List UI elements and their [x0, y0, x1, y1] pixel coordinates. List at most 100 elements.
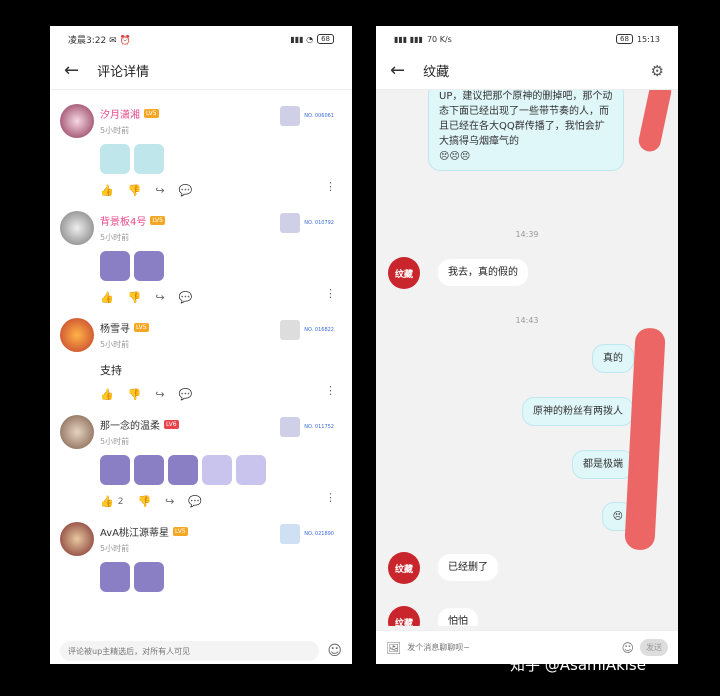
share-icon[interactable]: ↪	[155, 184, 164, 197]
fan-badge: NO. 010792	[280, 213, 334, 233]
message-bubble-mine: 原神的粉丝有两拨人	[522, 397, 634, 426]
contact-avatar[interactable]: 纹藏	[388, 606, 420, 626]
more-icon[interactable]: ⋮	[325, 491, 336, 504]
more-icon[interactable]: ⋮	[325, 180, 336, 193]
back-arrow-icon[interactable]: ←	[390, 60, 405, 81]
message-bubble-mine: UP，建议把那个原神的删掉吧，那个动态下面已经出现了一些带节奏的人，而且已经在各…	[428, 90, 624, 171]
status-time: 凌晨3:22	[68, 35, 107, 46]
timestamp: 5小时前	[100, 544, 130, 553]
sticker-icon	[134, 455, 164, 485]
chat-messages: UP，建议把那个原神的删掉吧，那个动态下面已经出现了一些带节奏的人，而且已经在各…	[376, 90, 678, 626]
like-count: 2	[117, 496, 124, 507]
emoji-icon[interactable]: ☺	[621, 641, 634, 655]
header: ← 评论详情	[50, 52, 352, 90]
comment-item: 背景板4号 LV5 5小时前 NO. 010792 👍 👎 ↪ 💬 ⋮	[50, 205, 352, 312]
avatar[interactable]	[60, 522, 94, 556]
username[interactable]: 那一念的温柔	[100, 417, 160, 432]
fan-badge: NO. 011752	[280, 417, 334, 437]
share-icon[interactable]: ↪	[165, 495, 174, 508]
level-badge: LV6	[164, 420, 179, 429]
like-icon[interactable]: 👍	[100, 495, 114, 508]
level-badge: LV5	[150, 216, 165, 225]
chat-title: 纹藏	[423, 65, 450, 80]
level-badge: LV5	[173, 527, 188, 536]
message-bubble-theirs: 已经删了	[438, 554, 498, 581]
stickers	[100, 455, 338, 485]
comment-detail-screen: 凌晨3:22 ✉ ⏰ ▮▮▮ ◔ 68 ← 评论详情 汐月潇湘 LV5 5小时前 …	[50, 26, 352, 664]
dislike-icon[interactable]: 👎	[128, 291, 142, 304]
avatar[interactable]	[60, 211, 94, 245]
dislike-icon[interactable]: 👎	[128, 184, 142, 197]
back-arrow-icon[interactable]: ←	[64, 60, 79, 81]
share-icon[interactable]: ↪	[155, 291, 164, 304]
fan-card-icon	[280, 213, 301, 233]
sticker-icon	[100, 144, 130, 174]
more-icon[interactable]: ⋮	[325, 287, 336, 300]
timestamp: 5小时前	[100, 340, 130, 349]
reply-icon[interactable]: 💬	[179, 388, 193, 401]
status-bar: 凌晨3:22 ✉ ⏰ ▮▮▮ ◔ 68	[50, 26, 352, 52]
fan-number: NO. 010792	[304, 219, 334, 226]
stickers	[100, 144, 338, 174]
reply-icon[interactable]: 💬	[188, 495, 202, 508]
signal-icon: ▮▮▮ ▮▮▮	[394, 34, 423, 44]
like-icon[interactable]: 👍	[100, 184, 114, 197]
comment-input-bar: ☺	[50, 638, 352, 664]
watermark: 知乎 @AsamiAkise	[510, 656, 646, 674]
like-icon[interactable]: 👍	[100, 291, 114, 304]
sticker-icon	[134, 144, 164, 174]
stickers	[100, 251, 338, 281]
level-badge: LV5	[144, 109, 159, 118]
avatar[interactable]	[60, 318, 94, 352]
fan-number: NO. 006061	[304, 112, 334, 119]
comment-item: 杨雪寻 LV5 5小时前 NO. 016822 支持 👍 👎 ↪ 💬 ⋮	[50, 312, 352, 409]
fan-badge: NO. 021890	[280, 524, 334, 544]
fan-number: NO. 011752	[304, 423, 334, 430]
fan-number: NO. 016822	[304, 326, 334, 333]
chat-timestamp: 14:39	[515, 230, 539, 239]
message-bubble-theirs: 怕怕	[438, 608, 478, 626]
sticker-icon	[100, 562, 130, 592]
username[interactable]: 汐月潇湘	[100, 106, 140, 121]
net-speed: 70 K/s	[426, 34, 452, 44]
sticker-icon	[236, 455, 266, 485]
comment-item: 汐月潇湘 LV5 5小时前 NO. 006061 👍 👎 ↪ 💬 ⋮	[50, 98, 352, 205]
timestamp: 5小时前	[100, 437, 130, 446]
sticker-icon	[100, 251, 130, 281]
contact-avatar[interactable]: 纹藏	[388, 552, 420, 584]
username[interactable]: 杨雪寻	[100, 320, 130, 335]
redaction-scribble	[636, 90, 674, 154]
username[interactable]: AvA桃江源蒂星	[100, 524, 169, 539]
reply-icon[interactable]: 💬	[179, 184, 193, 197]
avatar[interactable]	[60, 415, 94, 449]
reply-icon[interactable]: 💬	[179, 291, 193, 304]
sticker-icon	[100, 455, 130, 485]
fan-badge: NO. 016822	[280, 320, 334, 340]
like-icon[interactable]: 👍	[100, 388, 114, 401]
timestamp: 5小时前	[100, 126, 130, 135]
fan-card-icon	[280, 417, 301, 437]
avatar[interactable]	[60, 104, 94, 138]
more-icon[interactable]: ⋮	[325, 384, 336, 397]
image-icon[interactable]: 🖼	[386, 641, 401, 655]
chat-timestamp: 14:43	[515, 316, 539, 325]
emoji-icons: 😣😣😣	[439, 151, 471, 162]
fan-card-icon	[280, 106, 301, 126]
comment-input[interactable]	[60, 641, 320, 661]
contact-avatar[interactable]: 纹藏	[388, 257, 420, 289]
message-bubble-theirs: 我去，真的假的	[438, 259, 528, 286]
dislike-icon[interactable]: 👎	[137, 495, 151, 508]
message-bubble-mine: 真的	[592, 344, 634, 373]
dislike-icon[interactable]: 👎	[128, 388, 142, 401]
stickers	[100, 562, 338, 592]
settings-gear-icon[interactable]: ⚙	[651, 62, 664, 80]
chat-screen: ▮▮▮ ▮▮▮ 70 K/s 68 15:13 ← 纹藏 ⚙ UP，建议把那个原神的…	[376, 26, 678, 664]
emoji-icon[interactable]: ☺	[327, 643, 342, 659]
status-icons: ✉ ⏰	[109, 35, 131, 46]
comment-item: AvA桃江源蒂星 LV5 5小时前 NO. 021890	[50, 516, 352, 612]
comment-text: 支持	[100, 364, 122, 377]
share-icon[interactable]: ↪	[155, 388, 164, 401]
battery-icon: 68	[616, 34, 633, 44]
username[interactable]: 背景板4号	[100, 213, 146, 228]
sticker-icon	[134, 251, 164, 281]
